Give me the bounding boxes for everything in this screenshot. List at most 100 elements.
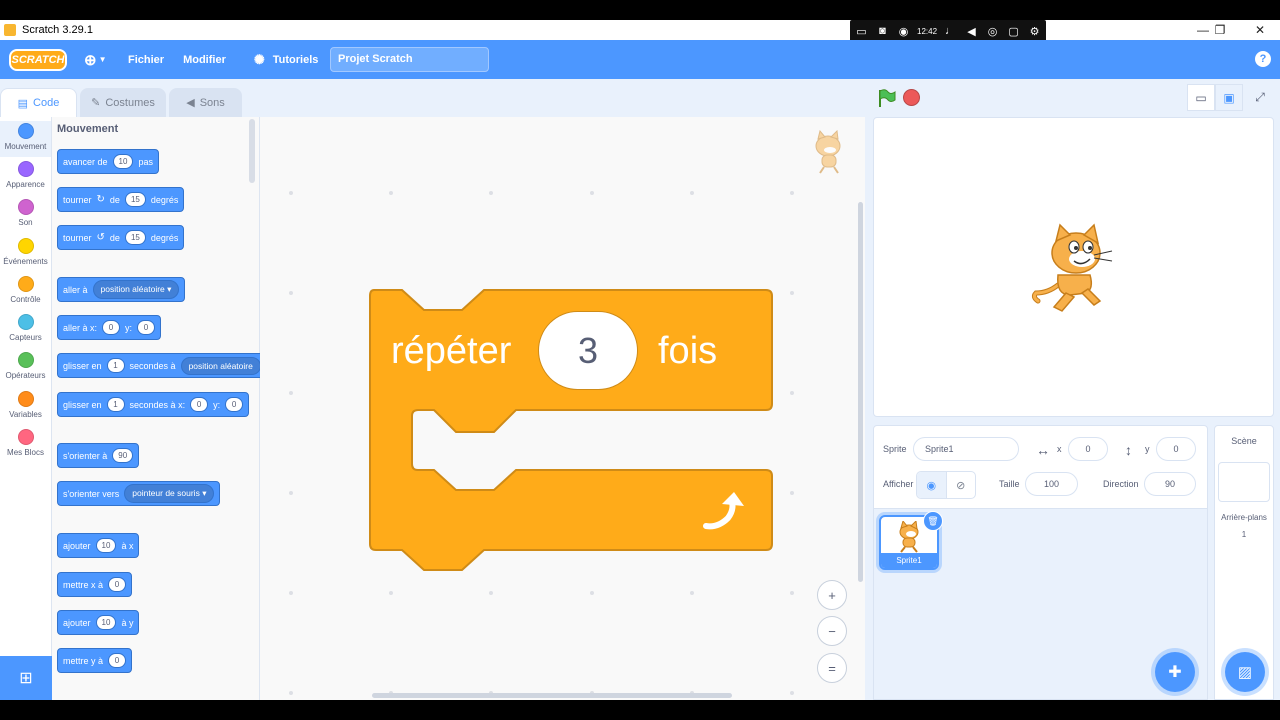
block-glide-to[interactable]: glisser en 1 secondes à position aléatoi… <box>57 353 267 378</box>
block-move-steps[interactable]: avancer de 10 pas <box>57 149 159 174</box>
block-set-x[interactable]: mettre x à 0 <box>57 572 133 597</box>
tab-code[interactable]: ▤ Code <box>0 88 77 117</box>
fullscreen-button[interactable]: ⤢ <box>1246 84 1274 111</box>
tutorials-menu[interactable]: ✺ Tutoriels <box>254 40 319 79</box>
visibility-toggle: ◉ ⊘ <box>916 471 976 499</box>
workspace-horizontal-scrollbar[interactable] <box>372 693 732 698</box>
block-input[interactable]: 0 <box>137 320 156 335</box>
block-turn-left[interactable]: tourner ↺ de 15 degrés <box>57 225 185 250</box>
add-backdrop-button[interactable]: ▨ <box>1225 652 1265 692</box>
zoom-out-button[interactable]: − <box>817 616 847 646</box>
block-text: mettre y à <box>63 655 104 666</box>
block-glide-xy[interactable]: glisser en 1 secondes à x: 0 y: 0 <box>57 392 250 417</box>
stop-button[interactable] <box>903 89 920 106</box>
microphone-icon[interactable]: ♩ <box>943 24 958 38</box>
block-input[interactable]: 0 <box>225 397 244 412</box>
block-set-y[interactable]: mettre y à 0 <box>57 648 133 673</box>
block-input[interactable]: 10 <box>95 615 117 630</box>
block-point-direction[interactable]: s'orienter à 90 <box>57 443 140 468</box>
block-input[interactable]: 90 <box>112 448 134 463</box>
tab-sounds[interactable]: ◀ Sons <box>169 88 242 117</box>
record-icon[interactable]: ◉ <box>896 24 911 38</box>
block-dropdown[interactable]: position aléatoire ▾ <box>92 280 180 299</box>
block-dropdown[interactable]: position aléatoire <box>180 356 261 375</box>
block-text: à y <box>121 617 134 628</box>
extension-icon: ⊞ <box>19 670 33 687</box>
block-change-x[interactable]: ajouter 10 à x <box>57 533 140 558</box>
block-change-y[interactable]: ajouter 10 à y <box>57 610 140 635</box>
category-sensing[interactable]: Capteurs <box>0 314 51 342</box>
block-input[interactable]: 0 <box>108 577 127 592</box>
repeat-suffix: fois <box>658 330 718 372</box>
sprite-cat[interactable] <box>1028 223 1116 315</box>
category-control[interactable]: Contrôle <box>0 276 51 304</box>
block-text: de <box>109 232 120 243</box>
zoom-out-icon: − <box>828 623 836 639</box>
block-input[interactable]: 0 <box>108 653 127 668</box>
category-sound[interactable]: Son <box>0 199 51 227</box>
delete-sprite-button[interactable]: 🗑 <box>923 511 943 531</box>
window-icon[interactable]: ▢ <box>1006 24 1021 38</box>
category-variables[interactable]: Variables <box>0 391 51 419</box>
help-button[interactable]: ? <box>1255 51 1271 67</box>
block-input[interactable]: 1 <box>106 358 125 373</box>
add-sprite-button[interactable]: ✚ <box>1155 652 1195 692</box>
webcam-icon[interactable]: ◎ <box>985 24 1000 38</box>
y-position-icon: ↕ <box>1125 442 1132 458</box>
block-goto-xy[interactable]: aller à x: 0 y: 0 <box>57 315 162 340</box>
block-input[interactable]: 10 <box>95 538 117 553</box>
size-input[interactable]: 100 <box>1025 472 1078 496</box>
y-position-input[interactable]: 0 <box>1156 437 1196 461</box>
block-goto[interactable]: aller à position aléatoire ▾ <box>57 277 186 302</box>
edit-menu[interactable]: Modifier <box>183 40 226 79</box>
add-extension-button[interactable]: ⊞ <box>0 656 52 700</box>
screen-recorder-toolbar: ▭ ◙ ◉ 12:42 ♩ ◀ ◎ ▢ ⚙ <box>850 20 1046 42</box>
speaker-icon[interactable]: ◀ <box>964 24 979 38</box>
language-menu[interactable]: ⊕ ▼ <box>84 40 116 79</box>
block-input[interactable]: 0 <box>102 320 121 335</box>
block-input[interactable]: 15 <box>124 192 146 207</box>
category-label: Mes Blocs <box>7 448 44 457</box>
small-stage-button[interactable]: ▭ <box>1187 84 1215 111</box>
tab-costumes[interactable]: ✎ Costumes <box>80 88 166 117</box>
close-button[interactable]: ✕ <box>1240 20 1280 40</box>
hide-sprite-button[interactable]: ⊘ <box>947 472 976 498</box>
palette-scrollbar[interactable] <box>249 119 255 183</box>
recording-time: 12:42 <box>917 26 938 36</box>
category-myblocks[interactable]: Mes Blocs <box>0 429 51 457</box>
repeat-count-input[interactable]: 3 <box>538 311 638 390</box>
block-point-towards[interactable]: s'orienter vers pointeur de souris ▾ <box>57 481 221 506</box>
lightbulb-icon: ✺ <box>253 51 265 67</box>
block-input[interactable]: 10 <box>112 154 134 169</box>
cat-add-icon: ✚ <box>1168 664 1182 681</box>
category-events[interactable]: Événements <box>0 238 51 266</box>
direction-label: Direction <box>1103 479 1139 489</box>
block-input[interactable]: 1 <box>106 397 125 412</box>
block-input[interactable]: 0 <box>190 397 209 412</box>
sprite-name-label: Sprite <box>883 444 907 454</box>
x-position-input[interactable]: 0 <box>1068 437 1108 461</box>
large-stage-button[interactable]: ▣ <box>1215 84 1243 111</box>
green-flag-button[interactable] <box>876 88 896 108</box>
project-title-input[interactable]: Projet Scratch <box>330 47 489 72</box>
zoom-reset-button[interactable]: = <box>817 653 847 683</box>
stage-thumbnail[interactable] <box>1218 462 1270 502</box>
block-input[interactable]: 15 <box>124 230 146 245</box>
category-operators[interactable]: Opérateurs <box>0 352 51 380</box>
file-menu[interactable]: Fichier <box>128 40 164 79</box>
sprite-name-input[interactable]: Sprite1 <box>913 437 1019 461</box>
show-sprite-button[interactable]: ◉ <box>917 472 947 498</box>
grid-dot <box>289 391 293 395</box>
camera-icon[interactable]: ◙ <box>875 24 890 38</box>
block-dropdown[interactable]: pointeur de souris ▾ <box>124 484 215 503</box>
category-looks[interactable]: Apparence <box>0 161 51 189</box>
block-turn-right[interactable]: tourner ↻ de 15 degrés <box>57 187 185 212</box>
scratch-logo[interactable]: SCRATCH <box>9 48 67 71</box>
workspace-vertical-scrollbar[interactable] <box>858 202 863 582</box>
direction-input[interactable]: 90 <box>1144 472 1196 496</box>
category-motion[interactable]: Mouvement <box>0 121 51 157</box>
maximize-button[interactable]: ❐ <box>1200 20 1240 40</box>
zoom-in-button[interactable]: + <box>817 580 847 610</box>
settings-icon[interactable]: ⚙ <box>1027 24 1042 38</box>
screen-icon[interactable]: ▭ <box>854 24 869 38</box>
